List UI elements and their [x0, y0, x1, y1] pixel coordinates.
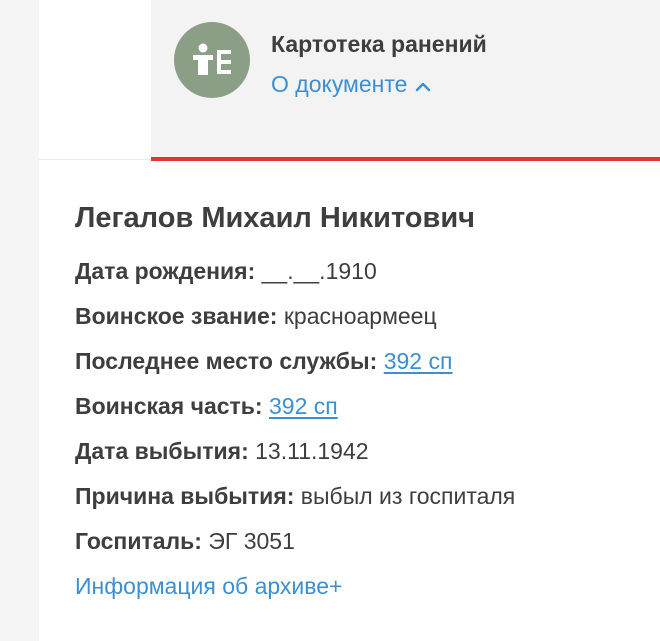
- field-value: 13.11.1942: [255, 438, 369, 464]
- field-last-service-place: Последнее место службы: 392 сп: [75, 348, 515, 393]
- person-fields: Дата рождения: __.__.1910 Воинское звани…: [75, 258, 515, 573]
- field-label: Последнее место службы:: [75, 348, 378, 374]
- page: Картотека ранений О документе Легалов Ми…: [0, 0, 660, 641]
- about-document-toggle[interactable]: О документе: [271, 71, 431, 99]
- field-military-unit: Воинская часть: 392 сп: [75, 393, 515, 438]
- field-hospital: Госпиталь: ЭГ 3051: [75, 528, 515, 573]
- field-label: Причина выбытия:: [75, 483, 295, 509]
- field-value: красноармеец: [283, 303, 437, 329]
- field-birth-date: Дата рождения: __.__.1910: [75, 258, 515, 303]
- header-divider: [39, 159, 151, 160]
- field-departure-date: Дата выбытия: 13.11.1942: [75, 438, 515, 483]
- field-label: Дата выбытия:: [75, 438, 249, 464]
- document-person-icon: [174, 22, 250, 98]
- military-unit-link[interactable]: 392 сп: [269, 393, 338, 419]
- field-label: Воинское звание:: [75, 303, 278, 329]
- field-rank: Воинское звание: красноармеец: [75, 303, 515, 348]
- field-value: выбыл из госпиталя: [300, 483, 516, 509]
- chevron-up-icon: [415, 72, 431, 99]
- field-label: Госпиталь:: [75, 528, 202, 554]
- field-value: ЭГ 3051: [208, 528, 295, 554]
- last-service-place-link[interactable]: 392 сп: [384, 348, 453, 374]
- document-type-title: Картотека ранений: [271, 31, 487, 57]
- person-name: Легалов Михаил Никитович: [75, 202, 476, 234]
- field-label: Воинская часть:: [75, 393, 263, 419]
- archive-info-link[interactable]: Информация об архиве+: [75, 573, 342, 600]
- about-document-label: О документе: [271, 71, 408, 97]
- field-label: Дата рождения:: [75, 258, 256, 284]
- field-departure-reason: Причина выбытия: выбыл из госпиталя: [75, 483, 515, 528]
- field-value: __.__.1910: [261, 258, 377, 284]
